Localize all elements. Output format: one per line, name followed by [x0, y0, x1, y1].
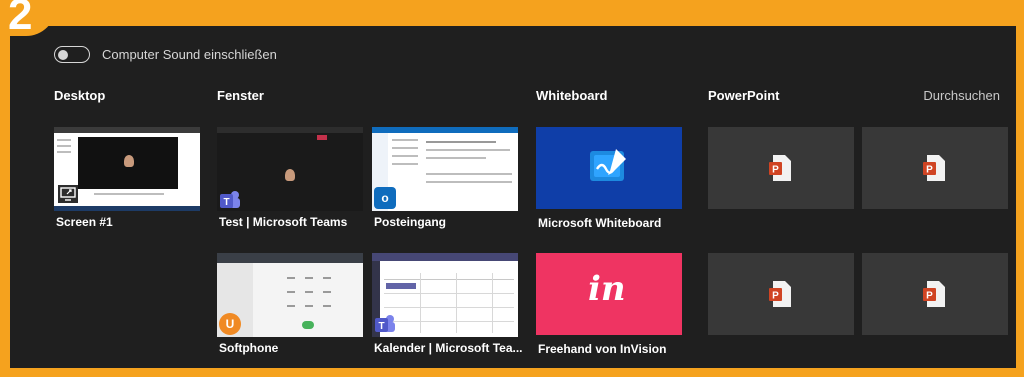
thumb-titlebar [372, 253, 518, 261]
thumb-taskbar [54, 206, 200, 211]
share-panel: Computer Sound einschließen Desktop Fens… [10, 26, 1016, 368]
tile-ms-whiteboard-label: Microsoft Whiteboard [538, 216, 662, 230]
thumb-key [287, 277, 295, 279]
tile-teams-test-label: Test | Microsoft Teams [219, 215, 348, 229]
tile-ppt-4[interactable]: P [862, 253, 1008, 335]
thumb-leave [317, 135, 327, 140]
thumb-line [392, 147, 418, 149]
thumb-key [323, 305, 331, 307]
invision-icon: in [588, 269, 626, 309]
thumb-person [285, 169, 295, 181]
thumb-line [94, 193, 164, 195]
svg-text:P: P [772, 165, 779, 176]
thumb-person [124, 155, 134, 167]
tile-inbox[interactable]: o [372, 127, 518, 211]
tile-freehand-label: Freehand von InVision [538, 342, 667, 356]
svg-text:P: P [926, 291, 933, 302]
svg-text:P: P [926, 165, 933, 176]
tile-calendar[interactable]: T [372, 253, 518, 337]
tile-screen1-label: Screen #1 [56, 215, 113, 229]
ppt-icon: P [769, 155, 791, 181]
thumb-line [57, 139, 71, 141]
thumb-grid [420, 273, 421, 333]
tile-softphone[interactable]: U [217, 253, 363, 337]
section-powerpoint: PowerPoint [708, 88, 780, 103]
tile-ppt-2[interactable]: P [862, 127, 1008, 209]
thumb-line [426, 173, 512, 175]
computer-sound-toggle[interactable] [54, 46, 90, 63]
computer-sound-row[interactable]: Computer Sound einschließen [54, 46, 277, 63]
orange-frame: 2 Computer Sound einschließen Desktop Fe… [0, 0, 1024, 377]
softphone-icon: U [219, 313, 241, 335]
svg-text:T: T [378, 321, 384, 332]
thumb-key [305, 291, 313, 293]
section-desktop: Desktop [54, 88, 106, 103]
toggle-knob [58, 49, 68, 60]
thumb-grid [492, 273, 493, 333]
section-whiteboard: Whiteboard [536, 88, 608, 103]
computer-sound-label: Computer Sound einschließen [102, 47, 277, 62]
svg-text:P: P [772, 291, 779, 302]
thumb-titlebar [54, 127, 200, 133]
thumb-line [392, 139, 418, 141]
tile-freehand[interactable]: in [536, 253, 682, 335]
thumb-call-button [302, 321, 314, 329]
svg-text:T: T [223, 197, 229, 208]
thumb-event [386, 283, 416, 289]
thumb-key [323, 291, 331, 293]
tile-screen1[interactable] [54, 127, 200, 211]
thumb-titlebar [217, 127, 363, 133]
thumb-key [287, 305, 295, 307]
thumb-grid [456, 273, 457, 333]
thumb-grid [384, 279, 514, 280]
tile-teams-test[interactable]: T [217, 127, 363, 211]
thumb-line [57, 145, 71, 147]
thumb-line [426, 141, 496, 143]
thumb-titlebar [372, 127, 518, 133]
thumb-line [426, 181, 512, 183]
ppt-icon: P [769, 281, 791, 307]
teams-icon: T [220, 191, 240, 208]
teams-icon: T [375, 315, 395, 332]
ppt-icon: P [923, 281, 945, 307]
outlook-icon: o [374, 187, 396, 209]
section-window: Fenster [217, 88, 264, 103]
thumb-line [426, 157, 486, 159]
thumb-key [323, 277, 331, 279]
thumb-key [287, 291, 295, 293]
thumb-line [426, 149, 510, 151]
tile-calendar-label: Kalender | Microsoft Tea... [374, 341, 523, 355]
thumb-line [392, 163, 418, 165]
tile-softphone-label: Softphone [219, 341, 279, 355]
thumb-line [57, 151, 71, 153]
thumb-titlebar [217, 253, 363, 263]
tile-ppt-1[interactable]: P [708, 127, 854, 209]
tile-inbox-label: Posteingang [374, 215, 447, 229]
thumb-line [392, 155, 418, 157]
tile-ms-whiteboard[interactable] [536, 127, 682, 209]
thumb-grid [384, 293, 514, 294]
thumb-grid [384, 307, 514, 308]
browse-link[interactable]: Durchsuchen [923, 88, 1000, 103]
thumb-grid [384, 321, 514, 322]
thumb-key [305, 305, 313, 307]
tile-ppt-3[interactable]: P [708, 253, 854, 335]
whiteboard-icon [590, 149, 626, 181]
screen-share-icon [58, 185, 78, 203]
thumb-key [305, 277, 313, 279]
ppt-icon: P [923, 155, 945, 181]
